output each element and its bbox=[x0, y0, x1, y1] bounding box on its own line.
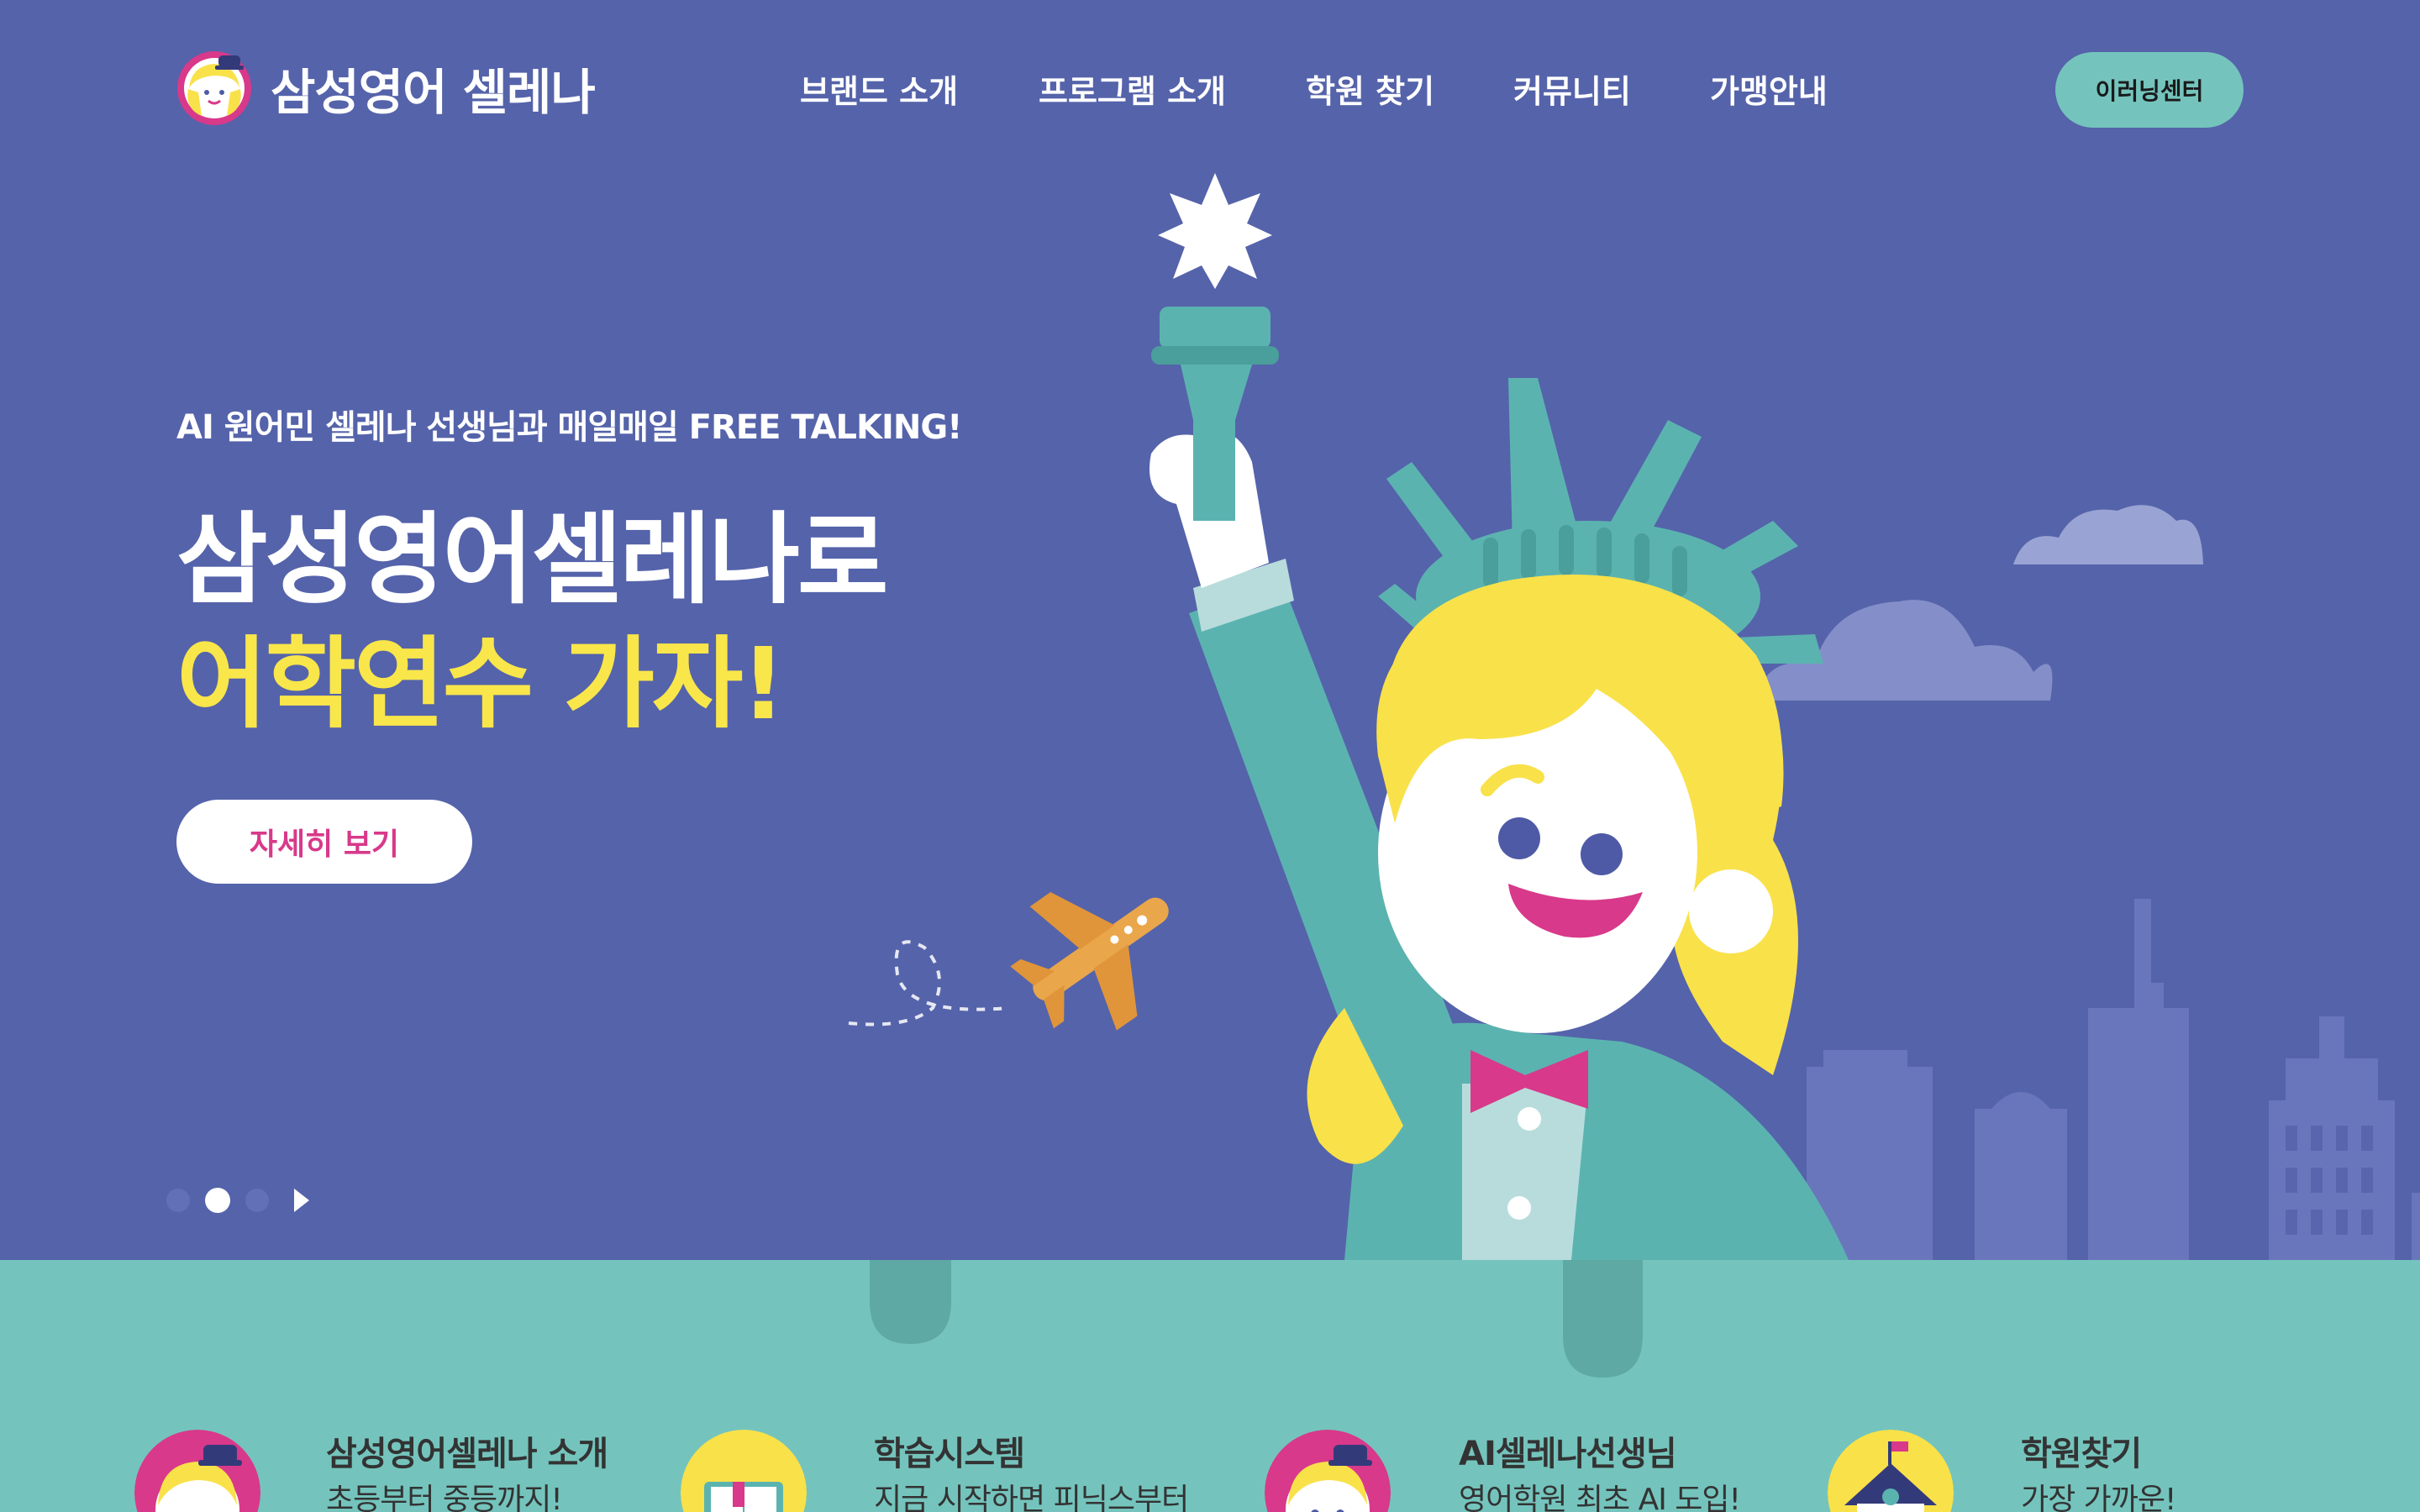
feature-band: 삼성영어셀레나 소개 초등부터 중등까지! 학습시스템 지금 시작하면 피닉스부… bbox=[0, 1260, 2420, 1512]
slider-controls bbox=[166, 1188, 309, 1213]
feature-subtitle-learning-system: 지금 시작하면 피닉스부터 bbox=[874, 1483, 1189, 1512]
nav-item-program[interactable]: 프로그램 소개 bbox=[1039, 66, 1226, 112]
hero-headline-line2: 어학연수 가자! bbox=[176, 626, 786, 742]
airplane-icon bbox=[1010, 892, 1169, 1031]
hero-section: 삼성영어 셀레나 브랜드 소개 프로그램 소개 학원 찾기 커뮤니티 가맹안내 … bbox=[0, 0, 2420, 1260]
selena-logo-icon bbox=[177, 51, 251, 125]
left-eye bbox=[1498, 817, 1540, 859]
torch-flame bbox=[1158, 173, 1272, 289]
feature-subtitle-find-academy: 가장 가까운! bbox=[2021, 1483, 2176, 1512]
feature-subtitle-ai-teacher: 영어학원 최초 AI 도입! bbox=[1459, 1483, 1741, 1512]
right-eye bbox=[1581, 833, 1623, 875]
feature-title-ai-teacher[interactable]: AI셀레나선생님 bbox=[1459, 1426, 1677, 1475]
slider-dot-1[interactable] bbox=[166, 1189, 190, 1212]
elearning-center-button[interactable]: 이러닝센터 bbox=[2055, 52, 2244, 128]
cloud-small bbox=[2013, 505, 2203, 564]
nav-item-brand[interactable]: 브랜드 소개 bbox=[800, 66, 958, 112]
slider-play-icon[interactable] bbox=[294, 1189, 309, 1212]
hero-headline-line1: 삼성영어셀레나로 bbox=[176, 501, 888, 617]
nav-item-franchise[interactable]: 가맹안내 bbox=[1710, 66, 1828, 112]
nav-item-community[interactable]: 커뮤니티 bbox=[1513, 66, 1631, 112]
brand-name: 삼성영어 셀레나 bbox=[271, 64, 596, 121]
slider-dot-3[interactable] bbox=[245, 1189, 269, 1212]
feature-subtitle-intro: 초등부터 중등까지! bbox=[326, 1483, 563, 1512]
view-details-button[interactable]: 자세히 보기 bbox=[176, 800, 472, 884]
hero-tagline: AI 원어민 셀레나 선생님과 매일매일 FREE TALKING! bbox=[176, 408, 962, 447]
nav-item-find-academy[interactable]: 학원 찾기 bbox=[1306, 66, 1434, 112]
slider-dot-2[interactable] bbox=[205, 1188, 230, 1213]
feature-title-intro[interactable]: 삼성영어셀레나 소개 bbox=[326, 1426, 608, 1475]
feature-title-find-academy[interactable]: 학원찾기 bbox=[2021, 1426, 2142, 1475]
flight-trail bbox=[848, 940, 1009, 1026]
city-skyline bbox=[1807, 899, 2420, 1260]
feature-title-learning-system[interactable]: 학습시스템 bbox=[874, 1426, 1025, 1475]
brand-logo[interactable]: 삼성영어 셀레나 bbox=[176, 50, 596, 126]
